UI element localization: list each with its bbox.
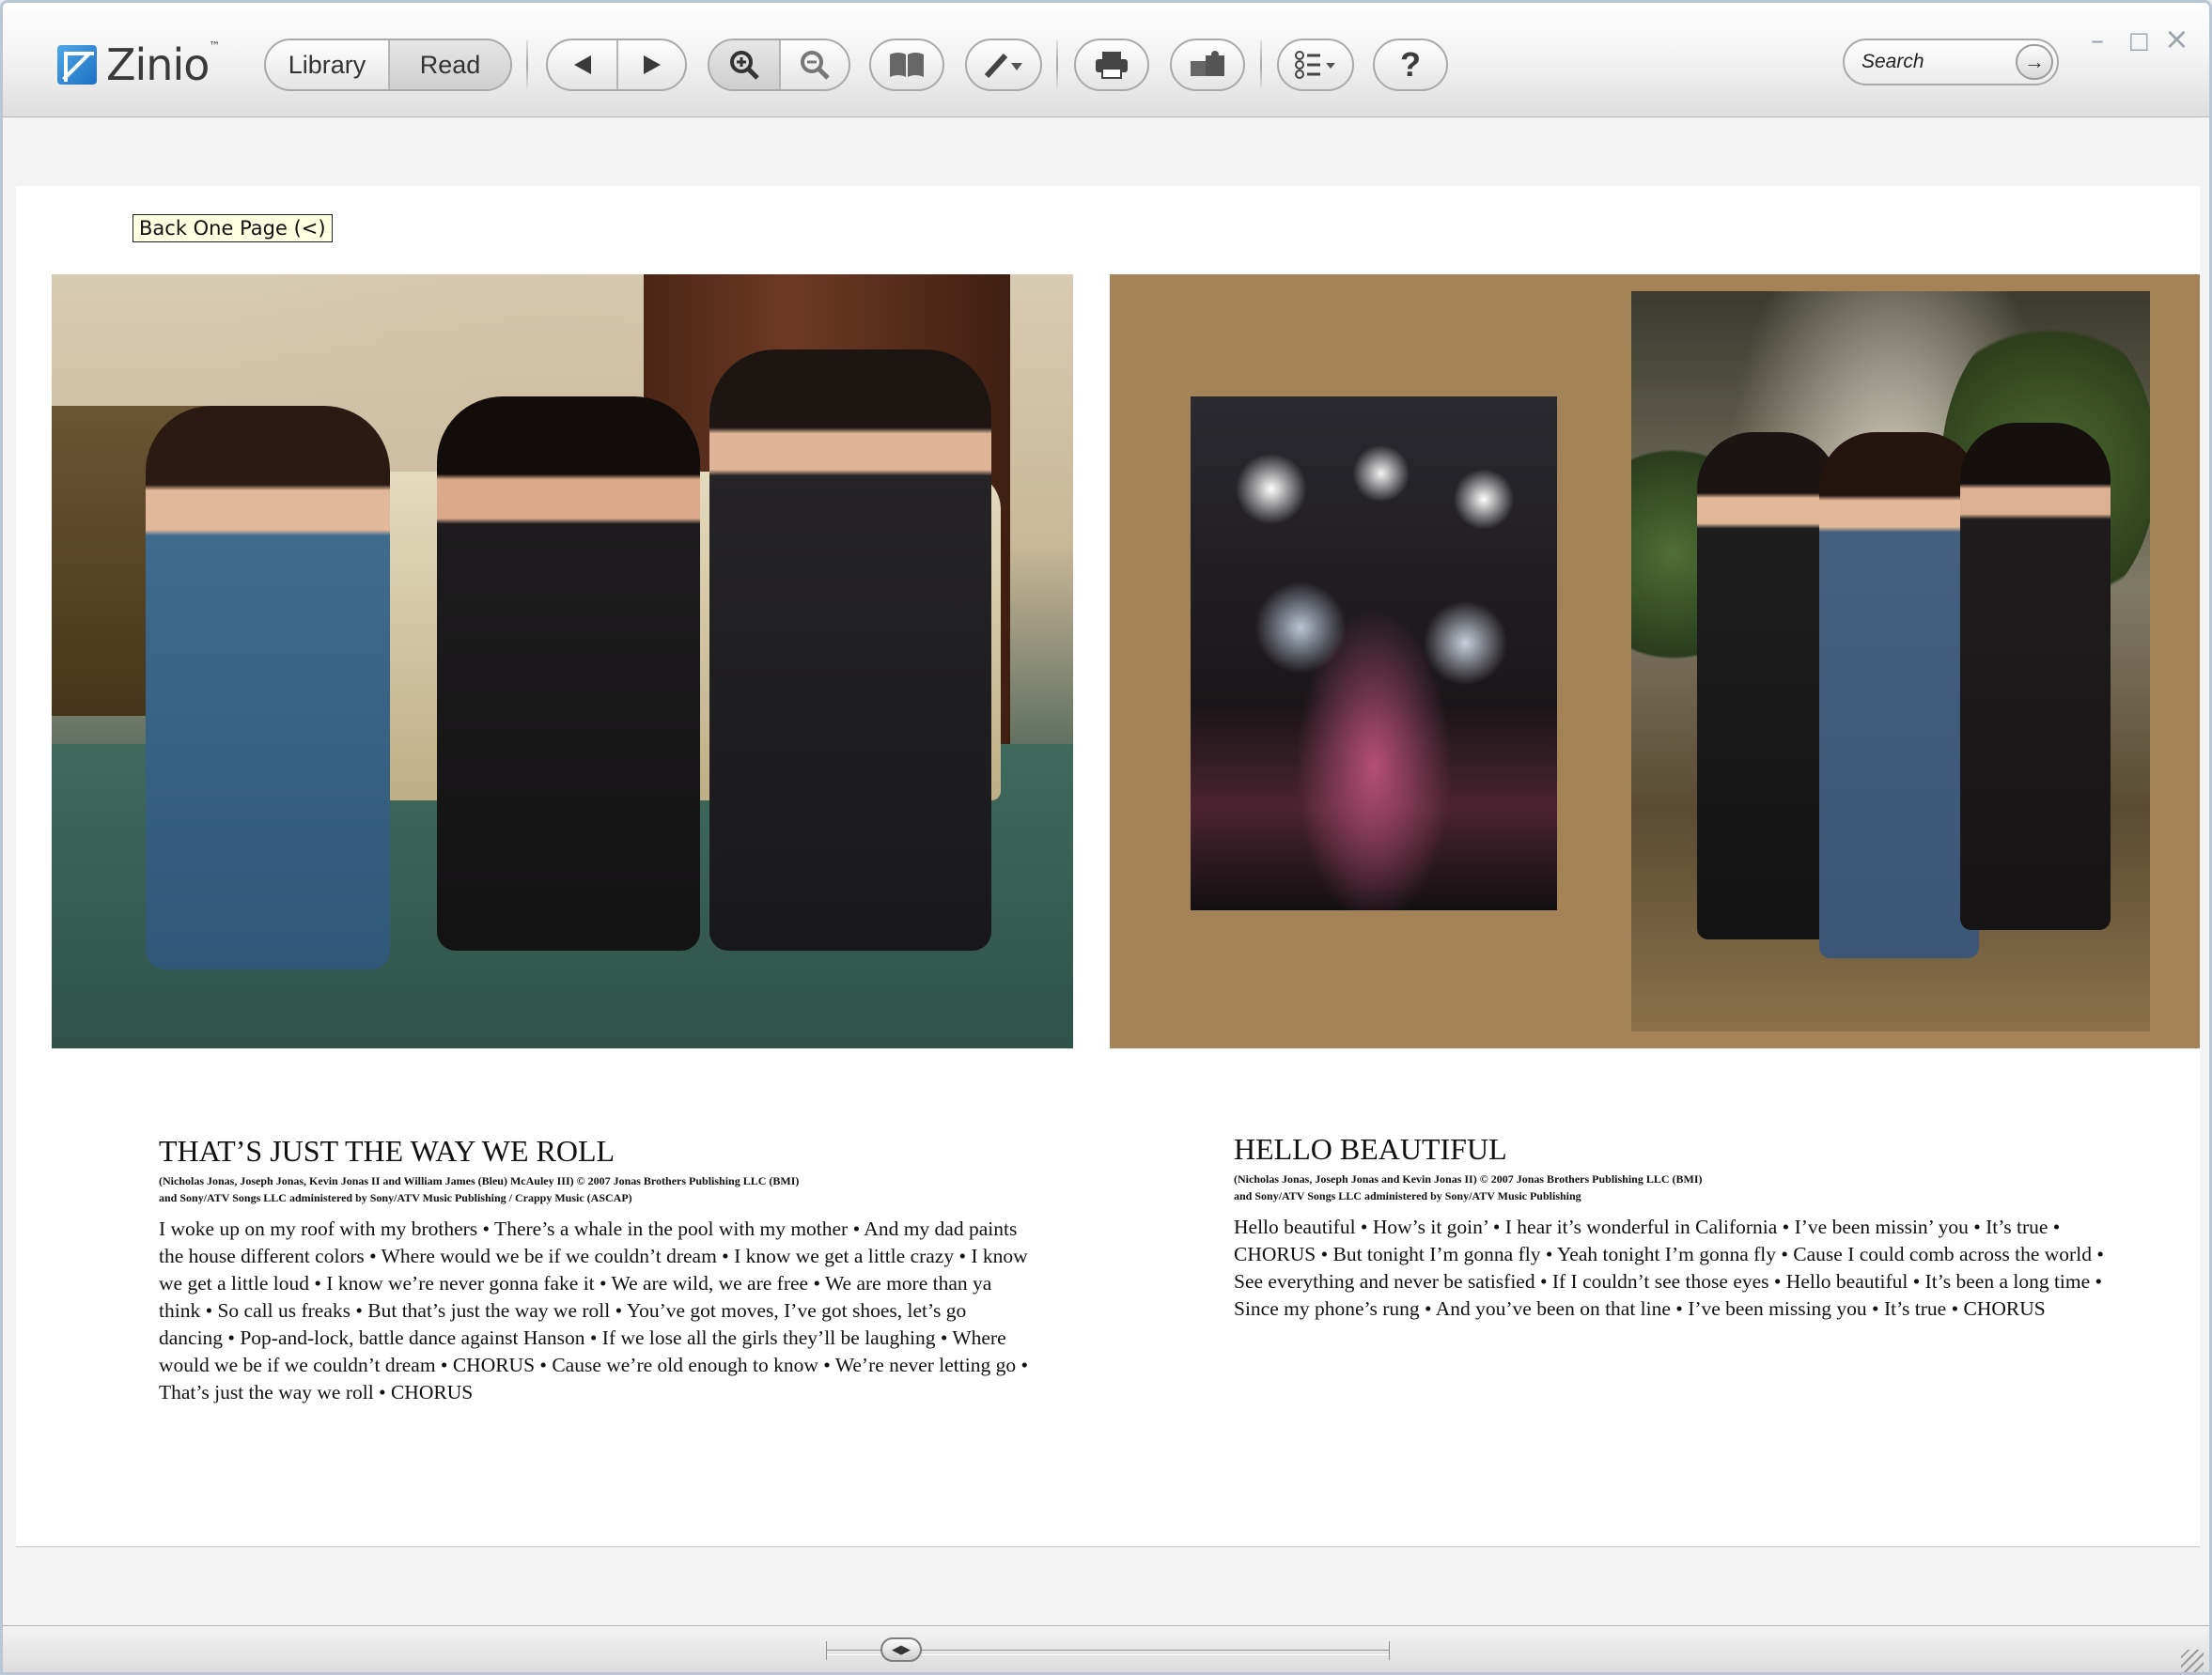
options-list-icon xyxy=(1295,51,1335,79)
song-title: THAT’S JUST THE WAY WE ROLL xyxy=(159,1134,615,1168)
search-box: → xyxy=(1843,39,2059,85)
page-slider-thumb[interactable]: ◀▶ xyxy=(880,1637,922,1662)
song-lyrics: I woke up on my roof with my brothers • … xyxy=(159,1217,1029,1404)
song-block-right: HELLO BEAUTIFUL (Nicholas Jonas, Joseph … xyxy=(1234,1132,2117,1323)
help-icon: ? xyxy=(1400,45,1421,84)
help-button[interactable]: ? xyxy=(1373,39,1448,91)
page-nav-group xyxy=(546,39,687,91)
magazine-spread[interactable]: Back One Page (<) THAT’S JUST THE WAY WE… xyxy=(16,186,2200,1546)
resize-grip[interactable] xyxy=(2181,1650,2204,1672)
printer-icon xyxy=(1096,52,1128,79)
forward-arrow-icon xyxy=(643,55,661,74)
song-block-left: THAT’S JUST THE WAY WE ROLL (Nicholas Jo… xyxy=(159,1134,1033,1406)
maximize-button[interactable]: □ xyxy=(2128,29,2150,52)
toolbar: Zinio™ Library Read ? Search → – □ × xyxy=(3,3,2209,117)
slider-arrows-icon: ◀▶ xyxy=(892,1642,911,1656)
arrow-right-icon: → xyxy=(2024,50,2045,73)
toolbar-separator xyxy=(526,40,528,89)
search-go-button[interactable]: → xyxy=(2016,44,2053,80)
back-one-page-tooltip: Back One Page (<) xyxy=(132,214,333,242)
song-credits: (Nicholas Jonas, Joseph Jonas and Kevin … xyxy=(1234,1172,1703,1202)
book-view-button[interactable] xyxy=(869,39,944,91)
book-icon xyxy=(890,53,924,77)
forward-page-button[interactable] xyxy=(616,40,685,89)
pen-icon xyxy=(984,53,1022,79)
reader-top-bar xyxy=(16,118,2200,186)
app-window: Zinio™ Library Read ? Search → – □ × Bac… xyxy=(0,0,2212,1675)
zinio-logo: Zinio™ xyxy=(57,39,220,91)
pen-tool-button[interactable] xyxy=(965,39,1042,91)
share-button[interactable] xyxy=(1170,39,1245,91)
right-page-photo-panel xyxy=(1110,274,2200,1048)
logo-text: Zinio™ xyxy=(106,39,220,90)
back-arrow-icon xyxy=(573,55,591,74)
song-lyrics: Hello beautiful • How’s it goin’ • I hea… xyxy=(1234,1215,2104,1320)
zinio-logo-icon xyxy=(57,45,97,85)
minimize-button[interactable]: – xyxy=(2091,27,2104,54)
zoom-out-icon xyxy=(801,51,830,80)
back-page-button[interactable] xyxy=(548,40,616,89)
print-button[interactable] xyxy=(1074,39,1149,91)
toolbar-separator xyxy=(1056,40,1058,89)
status-bar: ◀▶ xyxy=(3,1625,2209,1672)
song-title: HELLO BEAUTIFUL xyxy=(1234,1132,1507,1166)
view-mode-toggle: Library Read xyxy=(264,39,512,91)
zoom-out-button[interactable] xyxy=(779,40,849,89)
reader-bottom-bar xyxy=(16,1546,2200,1623)
read-button[interactable]: Read xyxy=(388,40,510,89)
band-hallway-photo xyxy=(1631,291,2150,1031)
blurred-photo xyxy=(1191,396,1557,910)
toolbar-separator xyxy=(1260,40,1262,89)
share-icon xyxy=(1191,51,1224,76)
zoom-in-icon xyxy=(730,51,759,80)
search-input[interactable] xyxy=(1862,51,2002,73)
band-sofa-photo xyxy=(52,274,1073,1048)
zoom-in-button[interactable] xyxy=(709,40,779,89)
zoom-group xyxy=(708,39,850,91)
options-menu-button[interactable] xyxy=(1277,39,1354,91)
close-button[interactable]: × xyxy=(2164,23,2189,54)
library-button[interactable]: Library xyxy=(266,40,388,89)
song-credits: (Nicholas Jonas, Joseph Jonas, Kevin Jon… xyxy=(159,1174,800,1204)
